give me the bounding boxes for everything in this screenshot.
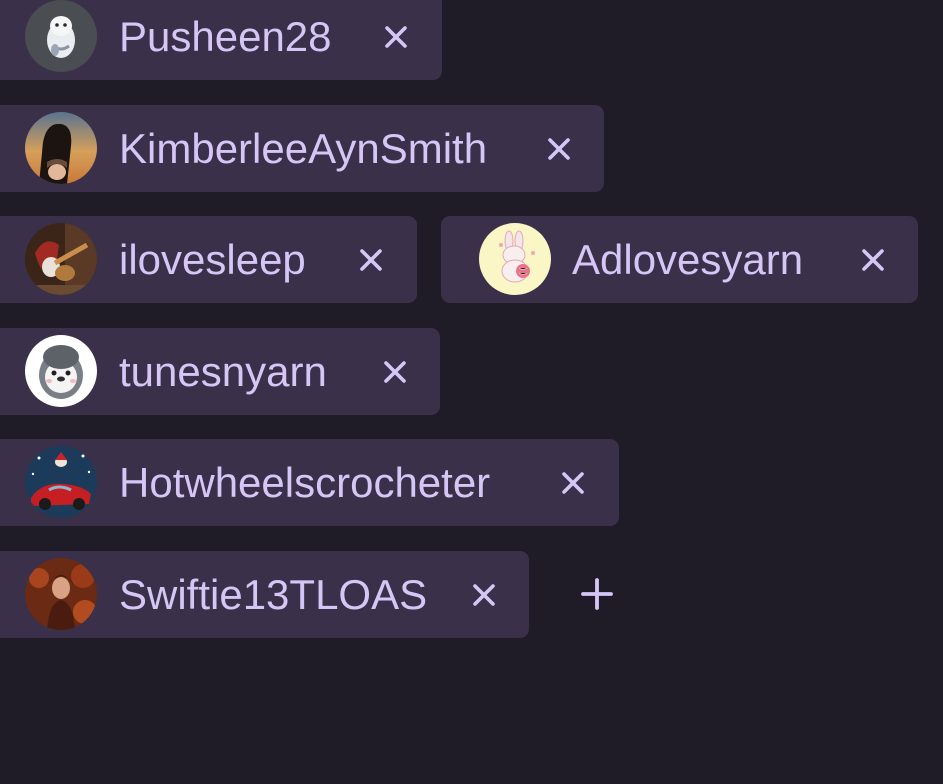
remove-user-button[interactable] (376, 0, 416, 80)
plus-icon (581, 578, 613, 610)
close-icon (384, 360, 406, 383)
bunny-yarn-avatar-icon (479, 223, 551, 295)
username: Swiftie13TLOAS (119, 571, 428, 618)
user-chip-hotwheelscrocheter: Hotwheelscrocheter (0, 439, 619, 526)
username: Pusheen28 (119, 13, 332, 60)
username: Adlovesyarn (572, 236, 804, 283)
close-icon (562, 471, 584, 494)
cat-plush-avatar-icon (25, 0, 97, 72)
avatar-tunesnyarn (25, 335, 97, 407)
remove-user-button[interactable] (853, 216, 893, 303)
remove-user-button[interactable] (351, 216, 391, 303)
avatar-ilovesleep (25, 223, 97, 295)
avatar-pusheen28 (25, 0, 97, 72)
close-icon (548, 137, 570, 160)
user-chip-swiftie13tloas: Swiftie13TLOAS (0, 551, 529, 638)
avatar-hotwheelscrocheter (25, 446, 97, 518)
close-icon (385, 25, 407, 48)
add-user-button[interactable] (569, 566, 625, 622)
avatar-swiftie13tloas (25, 558, 97, 630)
username: KimberleeAynSmith (119, 125, 488, 172)
username: tunesnyarn (119, 348, 327, 395)
close-icon (360, 248, 382, 271)
horse-sunset-avatar-icon (25, 112, 97, 184)
avatar-kimberleeaynsmith (25, 112, 97, 184)
remove-user-button[interactable] (464, 551, 504, 638)
autumn-portrait-avatar-icon (25, 558, 97, 630)
remove-user-button[interactable] (553, 439, 593, 526)
penguin-avatar-icon (25, 335, 97, 407)
remove-user-button[interactable] (375, 328, 415, 415)
remove-user-button[interactable] (539, 105, 579, 192)
close-icon (862, 248, 884, 271)
user-chip-pusheen28: Pusheen28 (0, 0, 442, 80)
user-chip-adlovesyarn: Adlovesyarn (441, 216, 918, 303)
user-chip-tunesnyarn: tunesnyarn (0, 328, 440, 415)
santa-guitar-avatar-icon (25, 223, 97, 295)
avatar-adlovesyarn (479, 223, 551, 295)
username: ilovesleep (119, 236, 306, 283)
user-chip-ilovesleep: ilovesleep (0, 216, 417, 303)
username: Hotwheelscrocheter (119, 459, 491, 506)
close-icon (473, 583, 495, 606)
red-car-santa-avatar-icon (25, 446, 97, 518)
user-chip-kimberleeaynsmith: KimberleeAynSmith (0, 105, 604, 192)
